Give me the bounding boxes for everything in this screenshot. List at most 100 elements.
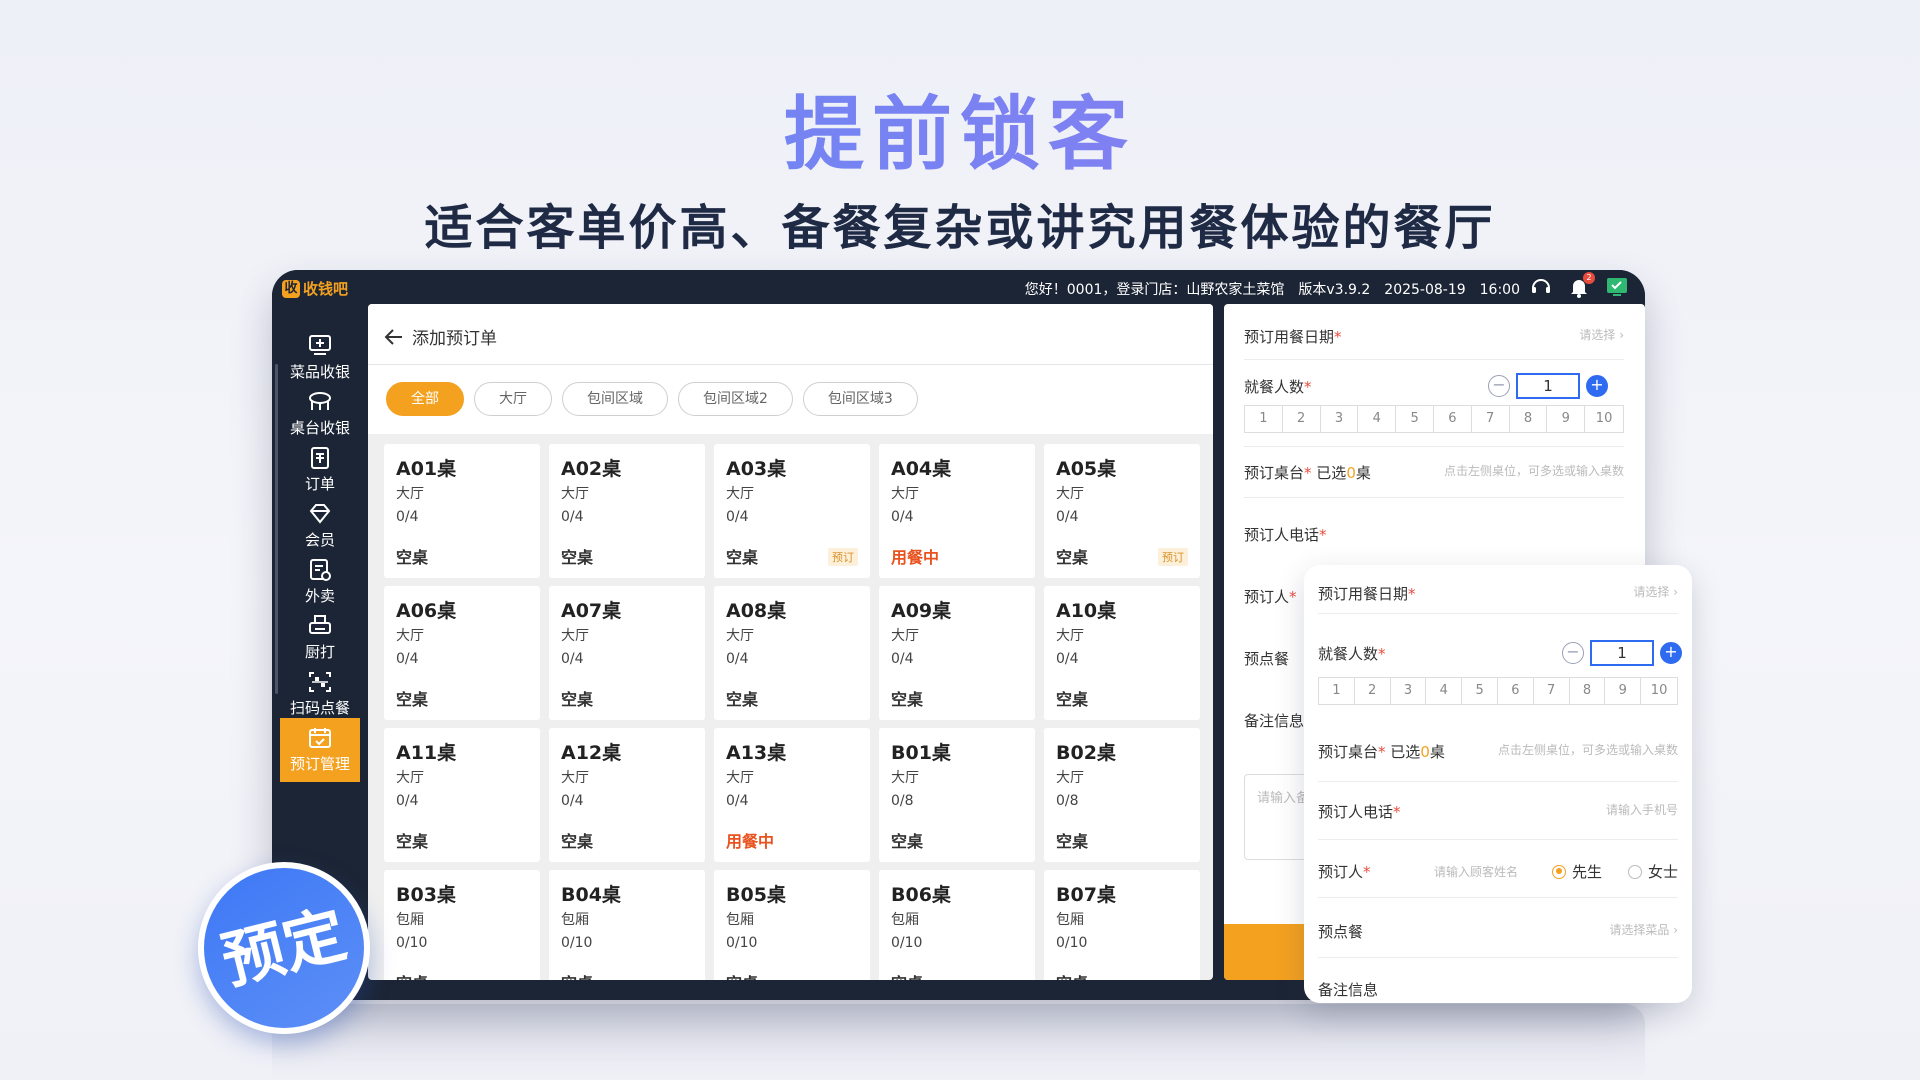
chip-all[interactable]: 全部 xyxy=(386,382,464,416)
date-row[interactable]: 预订用餐日期* 请选择 › xyxy=(1244,326,1624,347)
chip-hall[interactable]: 大厅 xyxy=(474,382,552,416)
table-card[interactable]: A13桌 大厅 0/4 用餐中 xyxy=(714,728,870,862)
back-button[interactable]: 添加预订单 xyxy=(384,324,497,349)
person-hint[interactable]: 请输入顾客姓名 xyxy=(1434,863,1518,880)
table-area: 包厢 xyxy=(1056,912,1084,928)
divider xyxy=(1318,839,1678,840)
table-name: B03桌 xyxy=(396,884,456,906)
plus-button[interactable]: + xyxy=(1586,375,1608,397)
table-card[interactable]: A05桌 大厅 0/4 空桌 预订 xyxy=(1044,444,1200,578)
table-card[interactable]: A02桌 大厅 0/4 空桌 xyxy=(549,444,705,578)
guest-number-option[interactable]: 9 xyxy=(1547,406,1586,432)
sidebar-item-kitchen-print[interactable]: 厨打 xyxy=(280,606,360,670)
guest-number-option[interactable]: 5 xyxy=(1396,406,1434,432)
table-area: 包厢 xyxy=(396,912,424,928)
table-status: 空桌 xyxy=(561,970,593,980)
table-name: A02桌 xyxy=(561,458,622,480)
guest-number-option[interactable]: 1 xyxy=(1319,678,1355,704)
sidebar-item-reservation[interactable]: 预订管理 xyxy=(280,718,360,782)
preorder-hint: 请选择菜品 xyxy=(1609,923,1670,937)
notification-bell-icon[interactable]: 2 xyxy=(1567,272,1595,299)
guest-number-option[interactable]: 5 xyxy=(1462,678,1498,704)
phone-label: 预订人电话 xyxy=(1318,803,1394,821)
remark-label: 备注信息 xyxy=(1318,981,1379,999)
divider xyxy=(1244,497,1624,498)
guest-number-option[interactable]: 2 xyxy=(1355,678,1391,704)
guest-number-option[interactable]: 3 xyxy=(1391,678,1427,704)
chip-private-area-3[interactable]: 包间区域3 xyxy=(802,382,918,416)
table-selection-panel: 添加预订单 全部 大厅 包间区域 包间区域2 包间区域3 A01桌 大厅 0/4 空桌… xyxy=(368,304,1213,980)
gender-female-radio[interactable]: 女士 xyxy=(1628,861,1678,882)
table-capacity: 0/4 xyxy=(726,509,749,525)
panel-title: 添加预订单 xyxy=(412,329,497,349)
table-card[interactable]: B01桌 大厅 0/8 空桌 xyxy=(879,728,1035,862)
guests-input[interactable]: 1 xyxy=(1590,640,1654,666)
table-card[interactable]: A04桌 大厅 0/4 用餐中 xyxy=(879,444,1035,578)
table-area: 大厅 xyxy=(726,770,754,786)
date-row[interactable]: 预订用餐日期* 请选择 › xyxy=(1318,583,1678,604)
table-area: 大厅 xyxy=(1056,770,1084,786)
customer-service-icon[interactable] xyxy=(1529,275,1553,299)
phone-row[interactable]: 预订人电话* 请输入手机号 xyxy=(1318,801,1678,822)
table-capacity: 0/8 xyxy=(891,793,914,809)
table-card[interactable]: A01桌 大厅 0/4 空桌 xyxy=(384,444,540,578)
guest-number-option[interactable]: 6 xyxy=(1434,406,1472,432)
table-card[interactable]: A06桌 大厅 0/4 空桌 xyxy=(384,586,540,720)
table-card[interactable]: A12桌 大厅 0/4 空桌 xyxy=(549,728,705,862)
table-status: 空桌 xyxy=(396,690,429,709)
guest-number-option[interactable]: 2 xyxy=(1283,406,1321,432)
table-capacity: 0/4 xyxy=(396,509,419,525)
person-label: 预订人 xyxy=(1244,588,1290,606)
table-status: 空桌 xyxy=(726,970,758,980)
table-card[interactable]: A09桌 大厅 0/4 空桌 xyxy=(879,586,1035,720)
table-card[interactable]: A10桌 大厅 0/4 空桌 xyxy=(1044,586,1200,720)
sidebar-item-member[interactable]: 会员 xyxy=(280,494,360,558)
guest-number-option[interactable]: 8 xyxy=(1570,678,1606,704)
preorder-row[interactable]: 预点餐 请选择菜品 › xyxy=(1318,921,1678,942)
minus-button[interactable]: − xyxy=(1562,642,1584,664)
guest-number-row: 1 2 3 4 5 6 7 8 9 10 xyxy=(1318,677,1678,705)
table-name: A08桌 xyxy=(726,600,787,622)
monitor-status-icon[interactable] xyxy=(1605,275,1629,299)
guest-number-option[interactable]: 8 xyxy=(1510,406,1548,432)
table-name: A01桌 xyxy=(396,458,457,480)
sidebar-item-orders[interactable]: 订单 xyxy=(280,438,360,502)
sidebar-scrollbar[interactable] xyxy=(275,364,278,694)
preorder-label: 预点餐 xyxy=(1318,923,1364,941)
table-selected-suffix: 桌 xyxy=(1429,743,1445,761)
table-card[interactable]: B04桌包厢 0/10 空桌 xyxy=(549,870,705,980)
table-card[interactable]: A11桌 大厅 0/4 空桌 xyxy=(384,728,540,862)
table-card[interactable]: B06桌包厢 0/10 空桌 xyxy=(879,870,1035,980)
sidebar-item-takeout[interactable]: 外卖 xyxy=(280,550,360,614)
table-selected-count: 0 xyxy=(1420,743,1430,761)
guest-number-option[interactable]: 3 xyxy=(1321,406,1359,432)
guest-number-option[interactable]: 1 xyxy=(1245,406,1283,432)
chip-private-area-2[interactable]: 包间区域2 xyxy=(678,382,793,416)
table-card[interactable]: A07桌 大厅 0/4 空桌 xyxy=(549,586,705,720)
guest-number-option[interactable]: 4 xyxy=(1358,406,1397,432)
sidebar-item-table-cashier[interactable]: 桌台收银 xyxy=(280,382,360,446)
guest-number-option[interactable]: 10 xyxy=(1641,678,1677,704)
table-card[interactable]: B03桌包厢 0/10 空桌 xyxy=(384,870,540,980)
table-status: 空桌 xyxy=(891,970,923,980)
guest-number-option[interactable]: 10 xyxy=(1585,406,1623,432)
table-card[interactable]: A03桌 大厅 0/4 空桌 预订 xyxy=(714,444,870,578)
phone-row[interactable]: 预订人电话* xyxy=(1244,524,1624,545)
guest-number-option[interactable]: 6 xyxy=(1498,678,1534,704)
guest-number-option[interactable]: 7 xyxy=(1534,678,1570,704)
plus-button[interactable]: + xyxy=(1660,642,1682,664)
guest-number-option[interactable]: 7 xyxy=(1472,406,1510,432)
minus-button[interactable]: − xyxy=(1488,375,1510,397)
gender-male-radio[interactable]: 先生 xyxy=(1552,861,1602,882)
table-card[interactable]: B07桌包厢 0/10 空桌 xyxy=(1044,870,1200,980)
sidebar-item-dish-cashier[interactable]: 菜品收银 xyxy=(280,326,360,390)
table-status: 空桌 xyxy=(1056,690,1089,709)
guest-number-option[interactable]: 9 xyxy=(1605,678,1642,704)
chip-private-area[interactable]: 包间区域 xyxy=(562,382,668,416)
guests-input[interactable]: 1 xyxy=(1516,373,1580,399)
table-card[interactable]: B02桌 大厅 0/8 空桌 xyxy=(1044,728,1200,862)
table-card[interactable]: A08桌 大厅 0/4 空桌 xyxy=(714,586,870,720)
table-card[interactable]: B05桌包厢 0/10 空桌 xyxy=(714,870,870,980)
sidebar-item-qr-order[interactable]: 扫码点餐 xyxy=(280,662,360,726)
guest-number-option[interactable]: 4 xyxy=(1426,678,1463,704)
